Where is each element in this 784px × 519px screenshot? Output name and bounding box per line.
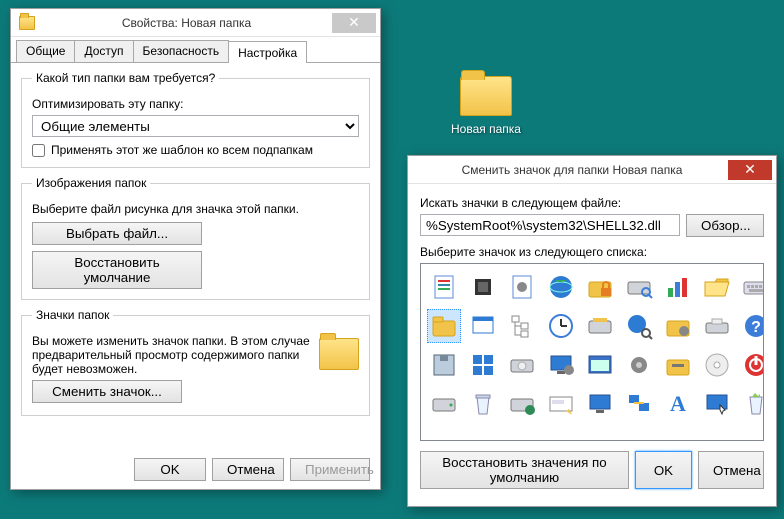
close-icon: ✕ [348,14,360,31]
folder-properties-dialog: Свойства: Новая папка ✕ Общие Доступ Без… [10,8,381,490]
svg-text:?: ? [751,319,761,336]
tab-customize[interactable]: Настройка [228,41,307,63]
list-label: Выберите значок из следующего списка: [420,245,764,259]
tab-sharing[interactable]: Доступ [74,40,133,62]
titlebar[interactable]: Сменить значок для папки Новая папка ✕ [408,156,776,184]
keyboard-icon[interactable] [739,270,764,304]
folder-gear[interactable] [661,309,695,343]
drive-removable[interactable] [583,309,617,343]
group-legend: Какой тип папки вам требуется? [32,71,219,85]
ok-button[interactable]: OK [635,451,692,489]
close-button[interactable]: ✕ [332,13,376,33]
folder-open[interactable] [700,270,734,304]
pictures-desc: Выберите файл рисунка для значка этой па… [32,202,359,216]
desktop-folder[interactable]: Новая папка [446,76,526,136]
gear-small[interactable] [622,348,656,382]
restore-default-button[interactable]: Восстановить умолчание [32,251,202,289]
icon-list[interactable]: A? [420,263,764,441]
globe-search[interactable] [622,309,656,343]
checkbox-input[interactable] [32,144,45,157]
tab-security[interactable]: Безопасность [133,40,230,62]
drive-floppy[interactable] [427,348,461,382]
folder-icon [19,16,35,30]
tree-icon[interactable] [505,309,539,343]
monitor-cursor[interactable] [700,387,734,421]
chart-icon[interactable] [661,270,695,304]
group-folder-type: Какой тип папки вам требуется? Оптимизир… [21,71,370,168]
font-icon[interactable]: A [661,387,695,421]
group-folder-pictures: Изображения папок Выберите файл рисунка … [21,176,370,300]
drive-cd[interactable] [505,348,539,382]
titlebar[interactable]: Свойства: Новая папка ✕ [11,9,380,37]
doc-gear[interactable] [505,270,539,304]
window-title: Сменить значок для папки Новая папка [416,163,728,177]
network-pc[interactable] [622,387,656,421]
drive-hard[interactable] [427,387,461,421]
desktop-folder-label: Новая папка [451,122,521,136]
drive-open[interactable] [700,309,734,343]
optimize-label: Оптимизировать эту папку: [32,97,359,111]
close-icon: ✕ [744,161,756,178]
optimize-combo[interactable]: Общие элементы [32,115,359,137]
apply-button[interactable]: Применить [290,458,370,481]
group-legend: Изображения папок [32,176,150,190]
close-button[interactable]: ✕ [728,160,772,180]
tab-strip: Общие Доступ Безопасность Настройка [11,37,380,63]
drive-net[interactable] [505,387,539,421]
windows-logo[interactable] [466,348,500,382]
app-window[interactable] [583,348,617,382]
cancel-button[interactable]: Отмена [212,458,284,481]
help-icon[interactable]: ? [739,309,764,343]
window-icon[interactable] [466,309,500,343]
choose-file-button[interactable]: Выбрать файл... [32,222,202,245]
globe-icon[interactable] [544,270,578,304]
drive-search[interactable] [622,270,656,304]
svg-text:A: A [670,391,686,416]
doc-icon[interactable] [427,270,461,304]
recycle-empty[interactable] [466,387,500,421]
run-dialog[interactable] [544,387,578,421]
folder-thumbnail-icon [319,338,359,370]
folder-icon [460,76,512,116]
monitor-gear[interactable] [544,348,578,382]
cancel-button[interactable]: Отмена [698,451,764,489]
group-legend: Значки папок [32,308,113,322]
clock-icon[interactable] [544,309,578,343]
change-icon-button[interactable]: Сменить значок... [32,380,182,403]
tool-folder[interactable] [661,348,695,382]
ok-button[interactable]: OK [134,458,206,481]
recycle-full[interactable] [739,387,764,421]
display-icon[interactable] [583,387,617,421]
apply-subfolders-checkbox[interactable]: Применять этот же шаблон ко всем подпапк… [32,143,359,157]
power-icon[interactable] [739,348,764,382]
search-label: Искать значки в следующем файле: [420,196,764,210]
browse-button[interactable]: Обзор... [686,214,764,237]
change-icon-dialog: Сменить значок для папки Новая папка ✕ И… [407,155,777,507]
folder-icon[interactable] [427,309,461,343]
checkbox-label: Применять этот же шаблон ко всем подпапк… [51,143,313,157]
chip-icon[interactable] [466,270,500,304]
group-folder-icons: Значки папок Вы можете изменить значок п… [21,308,370,416]
cd-disc[interactable] [700,348,734,382]
icons-desc: Вы можете изменить значок папки. В этом … [32,334,359,376]
restore-defaults-button[interactable]: Восстановить значения по умолчанию [420,451,629,489]
window-title: Свойства: Новая папка [41,16,332,30]
icon-path-input[interactable] [420,214,680,236]
folder-locked[interactable] [583,270,617,304]
tab-general[interactable]: Общие [16,40,75,62]
